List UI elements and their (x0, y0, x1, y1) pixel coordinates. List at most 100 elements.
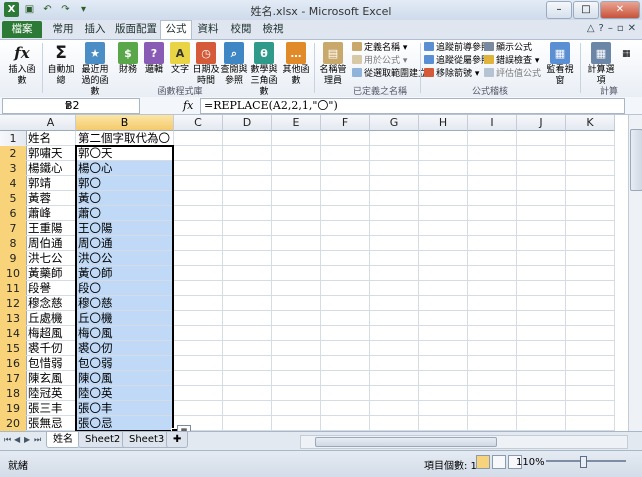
cell-e15[interactable] (272, 341, 321, 356)
cell-i19[interactable] (468, 401, 517, 416)
cell-f14[interactable] (321, 326, 370, 341)
minimize-button[interactable]: – (546, 1, 572, 19)
cell-b18[interactable]: 陸〇英 (76, 386, 174, 401)
cell-a7[interactable]: 王重陽 (26, 221, 76, 236)
cell-e8[interactable] (272, 236, 321, 251)
cell-i16[interactable] (468, 356, 517, 371)
cell-b16[interactable]: 包〇弱 (76, 356, 174, 371)
more-functions-button[interactable]: … 其他函數 (282, 42, 310, 87)
cell-g15[interactable] (370, 341, 419, 356)
cell-k4[interactable] (566, 176, 615, 191)
cell-e20[interactable] (272, 416, 321, 431)
cell-f10[interactable] (321, 266, 370, 281)
cell-j14[interactable] (517, 326, 566, 341)
cell-d8[interactable] (223, 236, 272, 251)
cell-a2[interactable]: 郭嘯天 (26, 146, 76, 161)
text-button[interactable]: A 文字 (166, 42, 194, 76)
cell-j20[interactable] (517, 416, 566, 431)
cell-d11[interactable] (223, 281, 272, 296)
cell-k1[interactable] (566, 131, 615, 146)
help-icon[interactable]: ? (599, 23, 604, 34)
name-box[interactable]: B2 ▼ (2, 98, 140, 114)
row-header[interactable]: 7 (0, 221, 27, 237)
cell-d5[interactable] (223, 191, 272, 206)
cell-c8[interactable] (174, 236, 223, 251)
logical-button[interactable]: ? 邏輯 (140, 42, 168, 76)
row-header[interactable]: 1 (0, 131, 27, 147)
cell-b2[interactable]: 郭〇天 (76, 146, 174, 161)
zoom-slider[interactable] (546, 456, 626, 468)
column-header-i[interactable]: I (468, 115, 517, 131)
calc-now-icon[interactable]: ▦ (622, 48, 631, 60)
cell-c13[interactable] (174, 311, 223, 326)
cell-e10[interactable] (272, 266, 321, 281)
cell-e11[interactable] (272, 281, 321, 296)
cell-g19[interactable] (370, 401, 419, 416)
trace-dependents-button[interactable]: 追蹤從屬參照 (424, 55, 490, 67)
cell-g9[interactable] (370, 251, 419, 266)
column-header-k[interactable]: K (566, 115, 615, 131)
cell-b5[interactable]: 黃〇 (76, 191, 174, 206)
cell-i9[interactable] (468, 251, 517, 266)
cell-h20[interactable] (419, 416, 468, 431)
cell-h1[interactable] (419, 131, 468, 146)
cell-d1[interactable] (223, 131, 272, 146)
cell-e16[interactable] (272, 356, 321, 371)
cell-k15[interactable] (566, 341, 615, 356)
row-header[interactable]: 10 (0, 266, 27, 282)
cell-c2[interactable] (174, 146, 223, 161)
cell-c4[interactable] (174, 176, 223, 191)
cell-d12[interactable] (223, 296, 272, 311)
column-header-a[interactable]: A (26, 115, 76, 131)
tab-data[interactable]: 資料 (193, 21, 223, 38)
cell-i4[interactable] (468, 176, 517, 191)
minimize-ribbon-icon[interactable]: △ (587, 23, 595, 34)
cell-i15[interactable] (468, 341, 517, 356)
sheet-tab-2[interactable]: Sheet2 (78, 432, 128, 448)
cell-a20[interactable]: 張無忌 (26, 416, 76, 431)
cell-a5[interactable]: 黃蓉 (26, 191, 76, 206)
cell-j18[interactable] (517, 386, 566, 401)
cell-k11[interactable] (566, 281, 615, 296)
cell-j2[interactable] (517, 146, 566, 161)
cell-g3[interactable] (370, 161, 419, 176)
cell-j5[interactable] (517, 191, 566, 206)
cell-c11[interactable] (174, 281, 223, 296)
row-header[interactable]: 16 (0, 356, 27, 372)
cell-f20[interactable] (321, 416, 370, 431)
row-header[interactable]: 5 (0, 191, 27, 207)
cell-b14[interactable]: 梅〇風 (76, 326, 174, 341)
recently-used-button[interactable]: ★ 最近用過的函數 (78, 42, 112, 98)
cell-f6[interactable] (321, 206, 370, 221)
cell-e3[interactable] (272, 161, 321, 176)
cell-g1[interactable] (370, 131, 419, 146)
cell-j3[interactable] (517, 161, 566, 176)
cell-i17[interactable] (468, 371, 517, 386)
cell-a9[interactable]: 洪七公 (26, 251, 76, 266)
cell-i18[interactable] (468, 386, 517, 401)
cell-i12[interactable] (468, 296, 517, 311)
column-header-e[interactable]: E (272, 115, 321, 131)
cell-e12[interactable] (272, 296, 321, 311)
cell-d9[interactable] (223, 251, 272, 266)
tab-insert[interactable]: 插入 (80, 21, 110, 38)
row-header[interactable]: 18 (0, 386, 27, 402)
cell-j10[interactable] (517, 266, 566, 281)
lookup-button[interactable]: ⌕ 查閱與參照 (220, 42, 248, 87)
cell-h2[interactable] (419, 146, 468, 161)
vertical-scroll-thumb[interactable] (630, 129, 642, 191)
cell-k17[interactable] (566, 371, 615, 386)
cell-k18[interactable] (566, 386, 615, 401)
cell-i13[interactable] (468, 311, 517, 326)
cell-b20[interactable]: 張〇忌 (76, 416, 174, 431)
cell-i11[interactable] (468, 281, 517, 296)
next-sheet-icon[interactable]: ▶ (24, 435, 30, 444)
cell-d6[interactable] (223, 206, 272, 221)
cell-g13[interactable] (370, 311, 419, 326)
cell-f17[interactable] (321, 371, 370, 386)
worksheet-grid[interactable]: A B C D E F G H I J K 1 姓名 第二個字取代為〇 2 郭嘯天 郭〇天 3 楊鐵心 楊〇心 4 郭靖郭… (0, 115, 628, 431)
name-box-dropdown-icon[interactable]: ▼ (65, 99, 136, 113)
cell-d17[interactable] (223, 371, 272, 386)
cell-a3[interactable]: 楊鐵心 (26, 161, 76, 176)
tab-home[interactable]: 常用 (48, 21, 78, 38)
